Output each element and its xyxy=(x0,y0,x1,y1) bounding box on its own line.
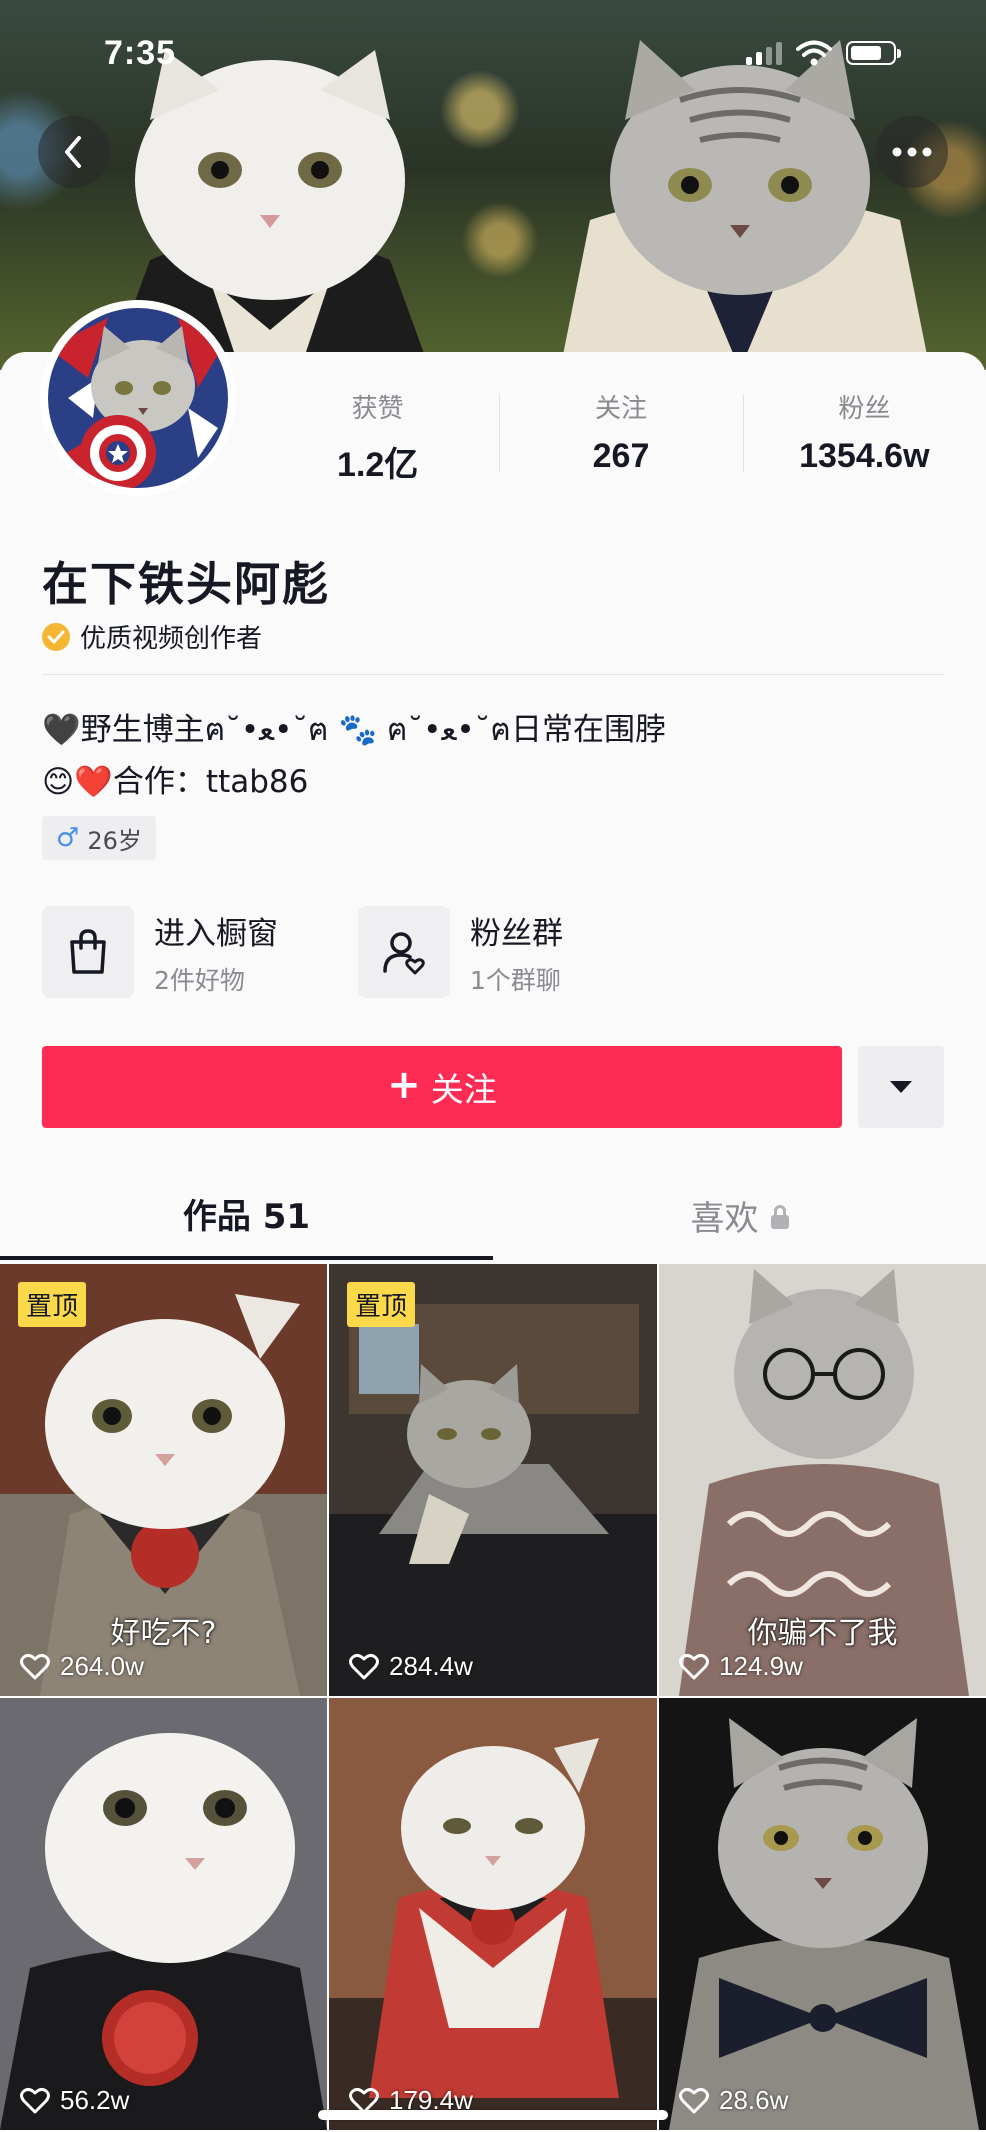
video-thumbnail[interactable]: 28.6w xyxy=(659,1698,986,2130)
wifi-icon xyxy=(796,40,832,66)
stat-value: 267 xyxy=(592,437,650,475)
creator-badge[interactable]: 优质视频创作者 xyxy=(42,618,262,655)
male-gender-icon: ♂ xyxy=(56,823,80,853)
bio-line: 😊❤️合作：ttab86 xyxy=(42,764,309,800)
heart-outline-icon xyxy=(20,1653,50,1679)
video-likes-count: 264.0w xyxy=(60,1651,144,1681)
follow-button[interactable]: + 关注 xyxy=(42,1046,842,1128)
video-likes-count: 56.2w xyxy=(60,2085,130,2115)
tab-likes-label: 喜欢 xyxy=(690,1198,759,1239)
video-caption: 好吃不? xyxy=(110,1616,217,1651)
profile-bio: 🖤野生博主ฅ˘•ﻌ•˘ฅ 🐾 ฅ˘•ﻌ•˘ฅ日常在围脖 😊❤️合作：ttab86 xyxy=(42,704,666,808)
pinned-badge: 置顶 xyxy=(347,1282,416,1327)
pinned-badge: 置顶 xyxy=(18,1282,87,1327)
profile-stats: 获赞 1.2亿 关注 267 粉丝 1354.6w xyxy=(256,386,986,506)
fans-group-entry[interactable]: 粉丝群 1个群聊 xyxy=(358,906,630,998)
video-thumbnail[interactable]: 置顶 好吃不? 264.0w xyxy=(0,1264,327,1696)
more-dots-icon xyxy=(892,147,932,157)
cover-cat-tabby-icon xyxy=(560,40,930,370)
video-likes: 124.9w xyxy=(679,1651,803,1682)
video-thumb-image xyxy=(329,1264,657,1696)
home-indicator[interactable] xyxy=(318,2110,668,2120)
entry-title: 粉丝群 xyxy=(470,915,563,952)
entry-subtitle: 1个群聊 xyxy=(470,965,561,995)
tab-works-label: 作品 51 xyxy=(182,1196,311,1237)
video-likes: 264.0w xyxy=(20,1651,144,1682)
age-label: 26岁 xyxy=(87,826,142,855)
video-thumbnail[interactable]: 置顶 284.4w xyxy=(329,1264,657,1696)
video-likes: 284.4w xyxy=(349,1651,473,1682)
video-thumb-image xyxy=(329,1698,657,2130)
profile-entries: 进入橱窗 2件好物 粉丝群 1个群聊 xyxy=(42,906,630,998)
stat-label: 获赞 xyxy=(351,394,404,424)
stat-label: 粉丝 xyxy=(838,394,891,424)
age-tag: ♂ 26岁 xyxy=(42,816,156,860)
status-time: 7:35 xyxy=(104,34,177,72)
avatar[interactable] xyxy=(40,300,236,496)
recommend-dropdown-button[interactable] xyxy=(858,1046,944,1128)
video-thumb-image xyxy=(0,1698,327,2130)
video-thumbnail[interactable]: 你骗不了我 124.9w xyxy=(659,1264,986,1696)
battery-icon xyxy=(846,41,901,65)
lock-icon xyxy=(770,1205,789,1229)
heart-outline-icon xyxy=(20,2087,50,2113)
heart-outline-icon xyxy=(349,1653,379,1679)
stat-label: 关注 xyxy=(594,394,647,424)
status-icons xyxy=(746,40,901,66)
bio-line: 🖤野生博主ฅ˘•ﻌ•˘ฅ 🐾 ฅ˘•ﻌ•˘ฅ日常在围脖 xyxy=(42,712,666,748)
shopping-bag-icon xyxy=(42,906,134,998)
stat-value: 1.2亿 xyxy=(337,446,419,484)
entry-subtitle: 2件好物 xyxy=(154,965,245,995)
video-thumbnail[interactable]: 56.2w xyxy=(0,1698,327,2130)
more-options-button[interactable] xyxy=(876,116,948,188)
video-likes: 28.6w xyxy=(679,2085,788,2116)
verified-check-icon xyxy=(42,622,70,651)
profile-name: 在下铁头阿彪 xyxy=(42,557,330,611)
heart-outline-icon xyxy=(679,2087,709,2113)
plus-icon: + xyxy=(387,1062,421,1108)
video-likes-count: 28.6w xyxy=(719,2085,789,2115)
follow-label: 关注 xyxy=(430,1070,497,1109)
video-likes-count: 124.9w xyxy=(719,1651,803,1681)
stat-value: 1354.6w xyxy=(799,437,930,475)
chevron-left-icon xyxy=(65,136,81,168)
video-thumb-image xyxy=(659,1698,986,2130)
video-grid: 置顶 好吃不? 264.0w 置顶 284.4w 你骗不了我 124.9w 56… xyxy=(0,1264,986,2132)
divider xyxy=(42,674,944,675)
tab-works[interactable]: 作品 51 xyxy=(0,1170,493,1260)
stat-following[interactable]: 关注 267 xyxy=(499,386,742,506)
video-likes: 56.2w xyxy=(20,2085,129,2116)
shop-window-entry[interactable]: 进入橱窗 2件好物 xyxy=(42,906,314,998)
stat-followers[interactable]: 粉丝 1354.6w xyxy=(742,386,986,506)
signal-icon xyxy=(746,41,782,65)
avatar-image xyxy=(48,308,228,488)
profile-tabs: 作品 51 喜欢 xyxy=(0,1170,986,1260)
video-likes-count: 284.4w xyxy=(389,1651,473,1681)
creator-badge-label: 优质视频创作者 xyxy=(80,624,263,654)
user-heart-icon xyxy=(358,906,450,998)
video-thumbnail[interactable]: 179.4w xyxy=(329,1698,657,2130)
entry-title: 进入橱窗 xyxy=(154,915,278,952)
back-button[interactable] xyxy=(38,116,110,188)
heart-outline-icon xyxy=(679,1653,709,1679)
tab-likes[interactable]: 喜欢 xyxy=(493,1170,986,1260)
caret-down-icon xyxy=(890,1081,912,1093)
stat-likes[interactable]: 获赞 1.2亿 xyxy=(256,386,499,506)
video-caption: 你骗不了我 xyxy=(747,1616,898,1651)
